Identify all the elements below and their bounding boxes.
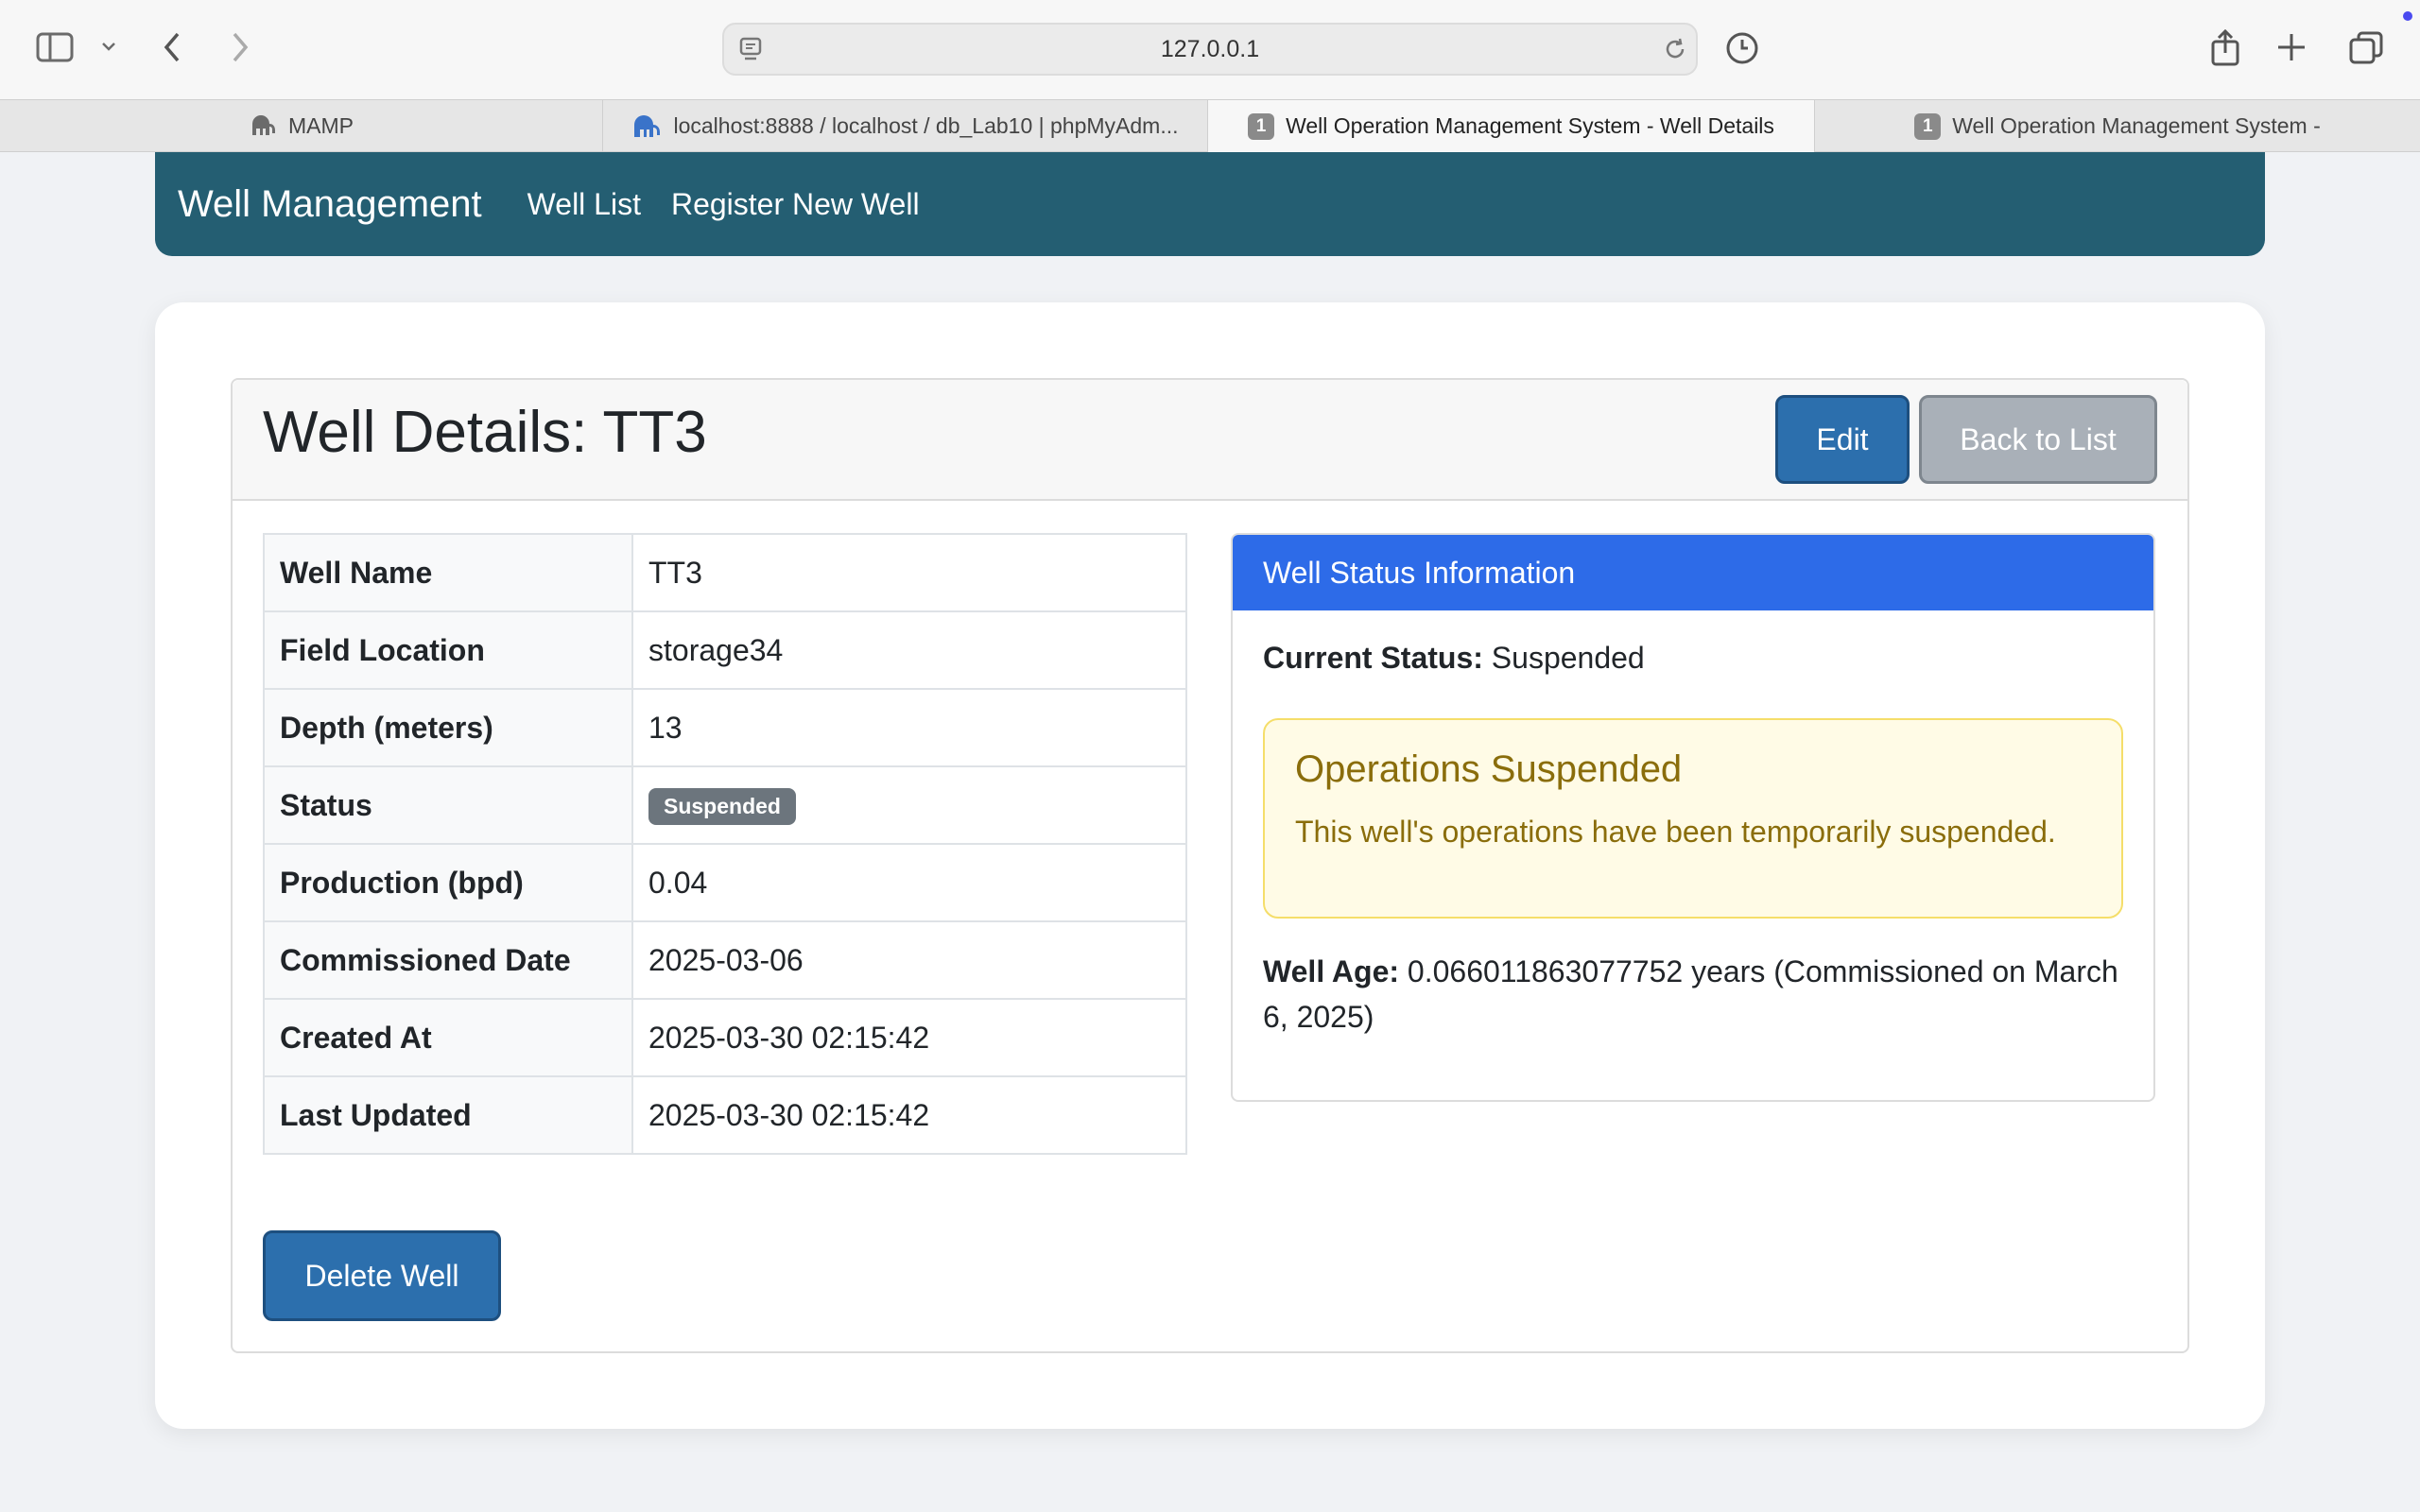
tab-label: Well Operation Management System - Well …	[1286, 113, 1774, 138]
well-age: Well Age: 0.066011863077752 years (Commi…	[1263, 949, 2123, 1040]
current-status-value: Suspended	[1491, 641, 1645, 675]
edit-button[interactable]: Edit	[1775, 395, 1910, 484]
alert-body: This well's operations have been tempora…	[1295, 815, 2056, 849]
tab-overview-icon[interactable]	[2348, 30, 2384, 66]
page-title: Well Details: TT3	[263, 400, 707, 465]
nav-link-well-list[interactable]: Well List	[527, 187, 641, 222]
tab-label: localhost:8888 / localhost / db_Lab10 | …	[673, 113, 1179, 138]
well-age-label: Well Age:	[1263, 954, 1400, 988]
tab-well-system[interactable]: 1 Well Operation Management System -	[1815, 100, 2420, 152]
row-label: Well Name	[263, 533, 633, 612]
tab-label: MAMP	[288, 113, 354, 138]
share-icon[interactable]	[2208, 28, 2242, 68]
row-value: 0.04	[631, 843, 1187, 922]
row-label: Status	[263, 765, 633, 845]
row-label: Commissioned Date	[263, 920, 633, 1000]
status-info-card: Well Status Information Current Status: …	[1231, 533, 2155, 1102]
address-text[interactable]: 127.0.0.1	[724, 25, 1696, 74]
status-badge: Suspended	[648, 787, 796, 825]
browser-toolbar: 127.0.0.1	[0, 0, 2420, 99]
row-value: 2025-03-30 02:15:42	[631, 1075, 1187, 1155]
tab-bar: MAMP localhost:8888 / localhost / db_Lab…	[0, 99, 2420, 152]
row-label: Depth (meters)	[263, 688, 633, 767]
tab-label: Well Operation Management System -	[1952, 113, 2321, 138]
new-tab-plus-icon[interactable]	[2276, 32, 2307, 62]
phpmyadmin-icon	[631, 114, 662, 139]
reload-icon[interactable]	[1662, 36, 1688, 62]
table-row: Created At 2025-03-30 02:15:42	[263, 998, 1187, 1077]
row-value: 2025-03-06	[631, 920, 1187, 1000]
table-row: Status Suspended	[263, 765, 1187, 845]
details-table: Well Name TT3 Field Location storage34 D…	[263, 533, 1187, 1155]
row-label: Field Location	[263, 610, 633, 690]
forward-arrow-icon[interactable]	[229, 30, 251, 64]
table-row: Field Location storage34	[263, 610, 1187, 690]
app-navbar: Well Management Well List Register New W…	[155, 152, 2265, 256]
row-value: TT3	[631, 533, 1187, 612]
nav-link-register-well[interactable]: Register New Well	[671, 187, 920, 222]
row-value: storage34	[631, 610, 1187, 690]
sidebar-toggle-icon[interactable]	[36, 32, 74, 62]
status-card-header: Well Status Information	[1233, 535, 2153, 610]
tab-well-details[interactable]: 1 Well Operation Management System - Wel…	[1208, 100, 1815, 152]
elephant-icon	[249, 114, 277, 139]
notification-dot	[2403, 11, 2412, 21]
brand-link[interactable]: Well Management	[178, 183, 482, 226]
row-value: Suspended	[631, 765, 1187, 845]
row-value: 13	[631, 688, 1187, 767]
alert-title: Operations Suspended	[1295, 748, 1683, 790]
current-status: Current Status: Suspended	[1263, 641, 1645, 676]
row-label: Last Updated	[263, 1075, 633, 1155]
current-status-label: Current Status:	[1263, 641, 1483, 675]
table-row: Depth (meters) 13	[263, 688, 1187, 767]
history-clock-icon[interactable]	[1724, 30, 1760, 66]
table-row: Well Name TT3	[263, 533, 1187, 612]
back-to-list-button[interactable]: Back to List	[1919, 395, 2157, 484]
panel-header: Well Details: TT3 Edit Back to List	[233, 380, 2187, 501]
table-row: Production (bpd) 0.04	[263, 843, 1187, 922]
row-label: Production (bpd)	[263, 843, 633, 922]
table-row: Commissioned Date 2025-03-06	[263, 920, 1187, 1000]
table-row: Last Updated 2025-03-30 02:15:42	[263, 1075, 1187, 1155]
tab-mamp[interactable]: MAMP	[0, 100, 603, 152]
row-label: Created At	[263, 998, 633, 1077]
suspended-alert: Operations Suspended This well's operati…	[1263, 718, 2123, 919]
well-details-panel: Well Details: TT3 Edit Back to List Well…	[231, 378, 2189, 1353]
delete-well-button[interactable]: Delete Well	[263, 1230, 501, 1321]
tab-number-badge: 1	[1248, 112, 1275, 140]
tab-number-badge: 1	[1914, 112, 1942, 140]
main-card: Well Details: TT3 Edit Back to List Well…	[155, 302, 2265, 1429]
back-arrow-icon[interactable]	[161, 30, 183, 64]
row-value: 2025-03-30 02:15:42	[631, 998, 1187, 1077]
address-bar[interactable]: 127.0.0.1	[722, 23, 1698, 76]
tab-phpmyadmin[interactable]: localhost:8888 / localhost / db_Lab10 | …	[603, 100, 1208, 152]
chevron-down-icon[interactable]	[100, 38, 117, 55]
